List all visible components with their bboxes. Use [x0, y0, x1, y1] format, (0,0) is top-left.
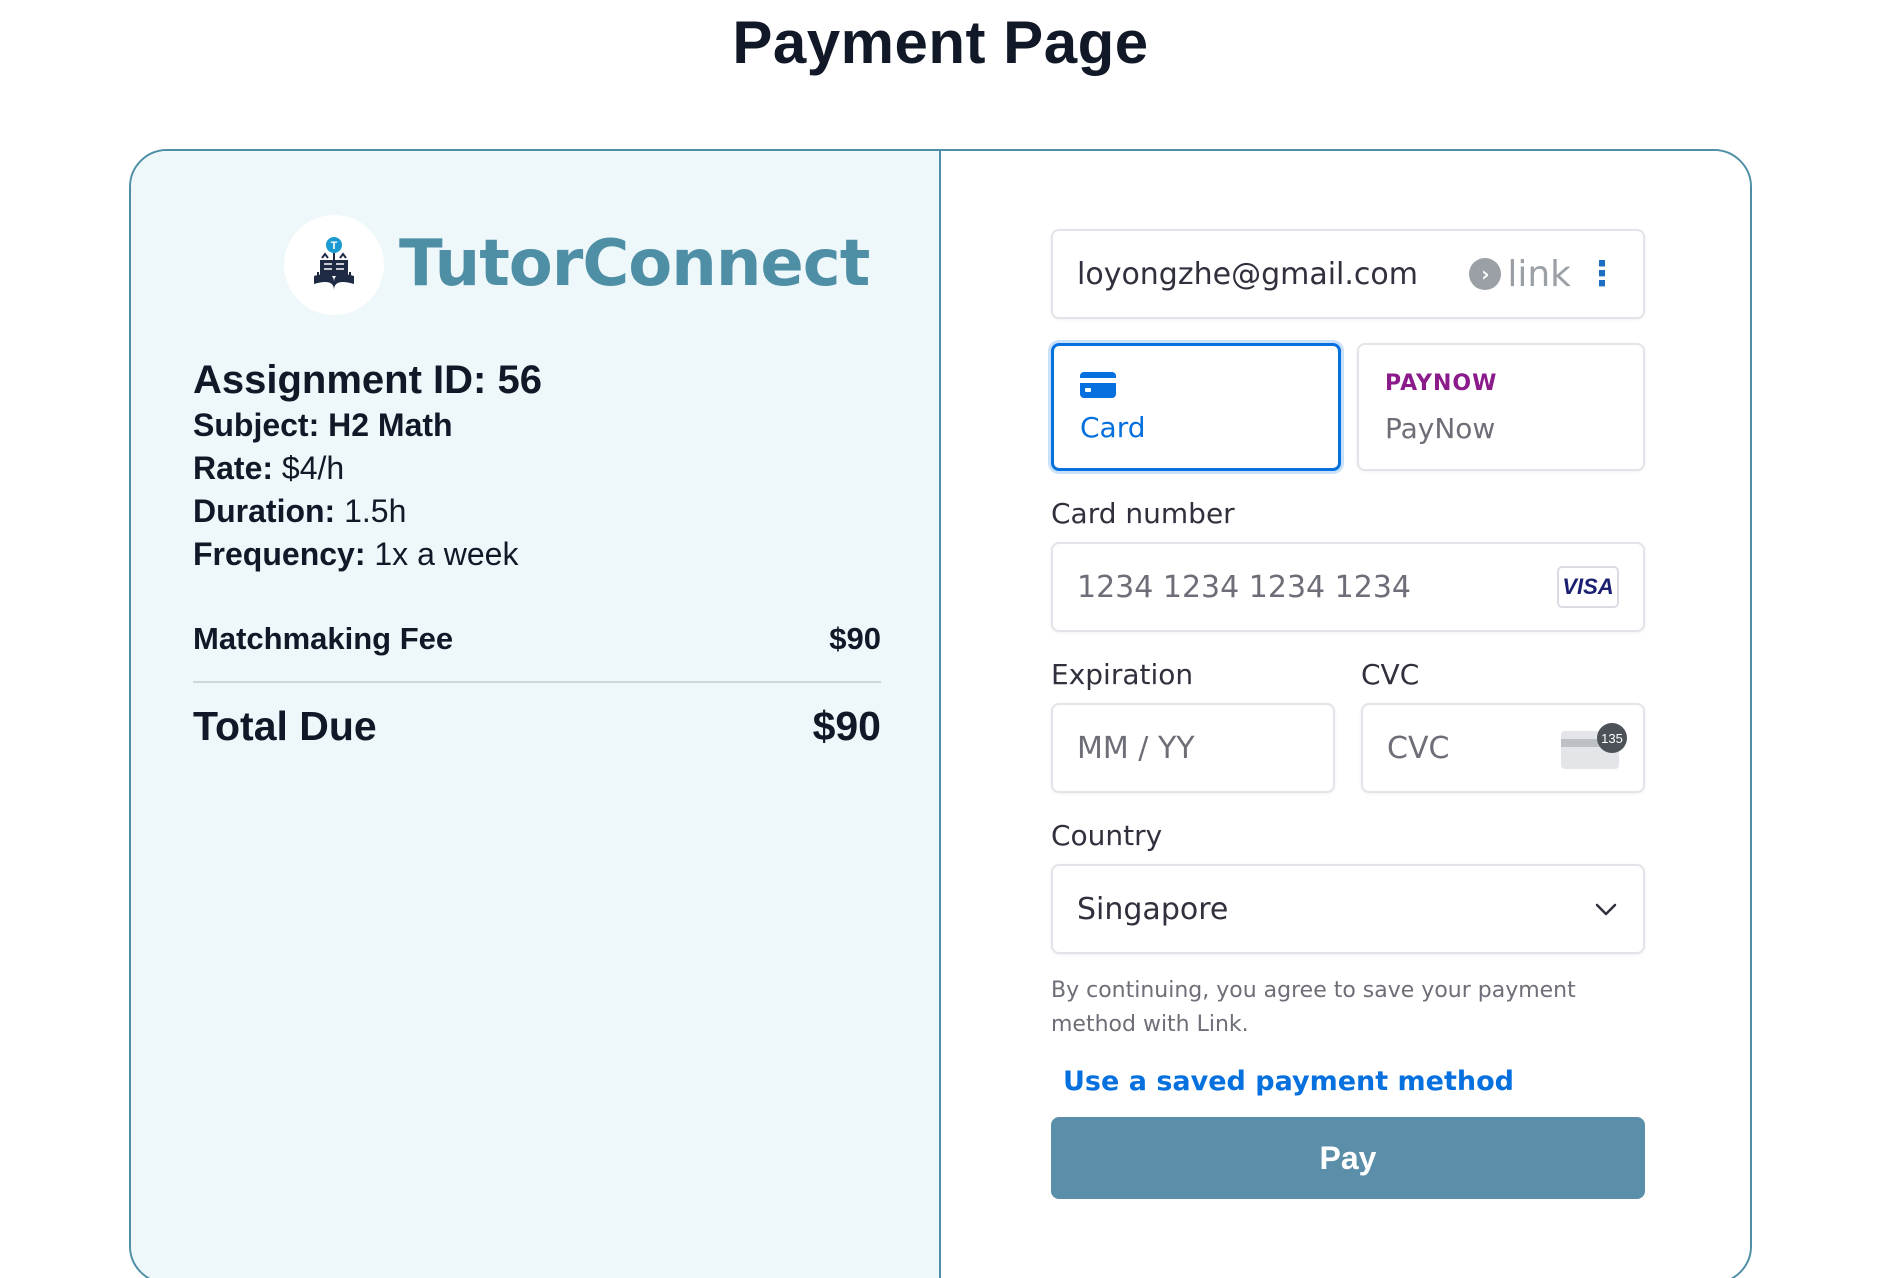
link-arrow-icon: › [1469, 258, 1502, 290]
page-title: Payment Page [732, 9, 1149, 76]
expiry-cvc-row: Expiration MM / YY CVC CVC 135 [1051, 632, 1645, 793]
expiration-group: Expiration MM / YY [1051, 632, 1335, 793]
cvc-badge: 135 [1597, 723, 1627, 753]
payment-method-tabs: Card PAYNOW PayNow [1051, 343, 1645, 471]
chevron-down-icon [1595, 903, 1617, 916]
fee-value: $90 [829, 621, 881, 656]
use-saved-payment-link[interactable]: Use a saved payment method [1063, 1066, 1645, 1097]
expiration-label: Expiration [1051, 658, 1194, 691]
duration-key: Duration: [193, 493, 336, 529]
payment-form-area: loyongzhe@gmail.com › link ⋮ Card PAYNOW… [943, 151, 1750, 1278]
assignment-details: Assignment ID: 56 Subject: H2 Math Rate:… [193, 356, 883, 576]
link-badge[interactable]: › link [1469, 254, 1571, 295]
credit-card-icon [1080, 372, 1116, 398]
cvc-card-icon: 135 [1561, 723, 1627, 769]
card-number-label: Card number [1051, 497, 1235, 530]
payment-form: loyongzhe@gmail.com › link ⋮ Card PAYNOW… [1051, 229, 1645, 1199]
payment-panel: T TutorConnect Assignment ID: 56 Subject… [129, 149, 1752, 1278]
total-row: Total Due $90 [193, 703, 881, 750]
duration-line: Duration: 1.5h [193, 490, 883, 533]
subject-line: Subject: H2 Math [193, 404, 883, 447]
fee-row: Matchmaking Fee $90 [193, 621, 881, 657]
card-number-input[interactable]: 1234 1234 1234 1234 VISA [1051, 542, 1645, 632]
cvc-input[interactable]: CVC 135 [1361, 703, 1645, 793]
frequency-key: Frequency: [193, 536, 366, 572]
rate-value: $4/h [281, 450, 345, 486]
visa-icon: VISA [1557, 566, 1619, 608]
frequency-value: 1x a week [374, 536, 519, 572]
tab-card-label: Card [1080, 411, 1146, 444]
link-label: link [1507, 253, 1571, 295]
cvc-group: CVC CVC 135 [1361, 632, 1645, 793]
country-value: Singapore [1077, 891, 1229, 927]
cvc-placeholder: CVC [1387, 730, 1450, 766]
subject-value: H2 Math [328, 407, 453, 443]
pay-button[interactable]: Pay [1051, 1117, 1645, 1199]
email-value: loyongzhe@gmail.com [1077, 256, 1419, 292]
duration-value: 1.5h [344, 493, 407, 529]
subject-key: Subject: [193, 407, 320, 443]
card-number-placeholder: 1234 1234 1234 1234 [1077, 569, 1411, 605]
svg-text:T: T [331, 240, 338, 252]
total-value: $90 [812, 703, 881, 749]
divider [193, 681, 881, 683]
rate-key: Rate: [193, 450, 274, 486]
total-label: Total Due [193, 703, 377, 749]
more-options-icon[interactable]: ⋮ [1585, 257, 1619, 291]
tab-card[interactable]: Card [1051, 343, 1341, 471]
country-label: Country [1051, 819, 1163, 852]
brand-name: TutorConnect [399, 227, 870, 301]
country-select[interactable]: Singapore [1051, 864, 1645, 954]
link-controls: › link ⋮ [1469, 254, 1619, 295]
order-summary: T TutorConnect Assignment ID: 56 Subject… [131, 151, 941, 1278]
tab-paynow[interactable]: PAYNOW PayNow [1357, 343, 1645, 471]
cvc-label: CVC [1361, 658, 1420, 691]
link-consent-notice: By continuing, you agree to save your pa… [1051, 978, 1576, 1037]
fee-label: Matchmaking Fee [193, 621, 454, 656]
book-graduate-icon: T [284, 215, 384, 315]
assignment-id: Assignment ID: 56 [193, 358, 542, 402]
paynow-logo: PAYNOW [1385, 371, 1498, 396]
frequency-line: Frequency: 1x a week [193, 533, 883, 576]
rate-line: Rate: $4/h [193, 447, 883, 490]
expiration-input[interactable]: MM / YY [1051, 703, 1335, 793]
tab-paynow-label: PayNow [1385, 412, 1496, 445]
expiration-placeholder: MM / YY [1077, 730, 1195, 766]
email-field[interactable]: loyongzhe@gmail.com › link ⋮ [1051, 229, 1645, 319]
